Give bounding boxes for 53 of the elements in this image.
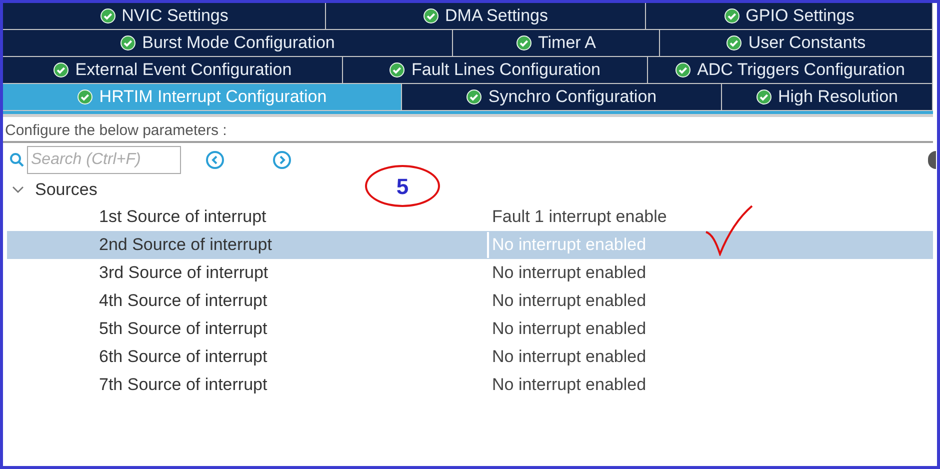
tree-row[interactable]: 7th Source of interrupt No interrupt enabled bbox=[7, 371, 933, 399]
tab[interactable]: GPIO Settings bbox=[646, 3, 933, 30]
check-circle-icon bbox=[120, 35, 136, 51]
tree-row[interactable]: 3rd Source of interrupt No interrupt enabled bbox=[7, 259, 933, 287]
check-circle-icon bbox=[100, 8, 116, 24]
check-circle-icon bbox=[77, 89, 94, 105]
check-circle-icon bbox=[466, 89, 482, 105]
parameter-label: 3rd Source of interrupt bbox=[99, 262, 270, 284]
tree-group-label[interactable]: Sources bbox=[35, 177, 98, 203]
tree-row[interactable]: 6th Source of interrupt No interrupt enabled bbox=[7, 343, 933, 371]
scroll-thumb[interactable] bbox=[928, 151, 936, 169]
tab[interactable]: User Constants bbox=[660, 30, 933, 57]
next-icon[interactable] bbox=[272, 150, 292, 170]
tab[interactable]: High Resolution bbox=[722, 84, 933, 111]
tree-row[interactable]: 5th Source of interrupt No interrupt enabled bbox=[7, 315, 933, 343]
check-circle-icon bbox=[756, 89, 772, 105]
tab[interactable]: DMA Settings bbox=[326, 3, 646, 30]
check-circle-icon bbox=[726, 35, 742, 51]
check-circle-icon bbox=[516, 35, 532, 51]
tab[interactable]: NVIC Settings bbox=[3, 3, 326, 30]
parameter-label: 5th Source of interrupt bbox=[99, 318, 268, 340]
parameter-label: 4th Source of interrupt bbox=[99, 290, 268, 312]
parameter-value[interactable]: No interrupt enabled bbox=[487, 316, 646, 342]
tab[interactable]: Synchro Configuration bbox=[402, 84, 722, 111]
tree-row[interactable]: 2nd Source of interrupt No interrupt enabled bbox=[7, 231, 933, 259]
parameter-label: 7th Source of interrupt bbox=[99, 374, 268, 396]
search-icon bbox=[9, 152, 25, 168]
tree-row[interactable]: 4th Source of interrupt No interrupt enabled bbox=[7, 287, 933, 315]
search-field[interactable]: Search (Ctrl+F) bbox=[27, 146, 181, 174]
annotation-number: 5 bbox=[396, 172, 409, 200]
parameter-value[interactable]: No interrupt enabled bbox=[487, 288, 646, 314]
tab[interactable]: Timer A bbox=[453, 30, 660, 57]
tab[interactable]: Burst Mode Configuration bbox=[3, 30, 453, 57]
chevron-icon[interactable] bbox=[11, 185, 25, 195]
parameter-label: 2nd Source of interrupt bbox=[99, 234, 273, 256]
check-circle-icon bbox=[675, 62, 692, 78]
section-heading: Configure the below parameters : bbox=[4, 121, 228, 141]
check-circle-icon bbox=[724, 8, 740, 24]
check-circle-icon bbox=[53, 62, 70, 78]
parameter-value[interactable]: No interrupt enabled bbox=[487, 372, 646, 398]
tab[interactable]: External Event Configuration bbox=[3, 57, 343, 84]
previous-icon[interactable] bbox=[205, 150, 225, 170]
parameter-label: 1st Source of interrupt bbox=[99, 206, 268, 228]
checkmark-annotation-icon bbox=[704, 204, 754, 256]
tree-row[interactable]: 1st Source of interrupt Fault 1 interrupt enable bbox=[7, 203, 933, 231]
parameter-value[interactable]: No interrupt enabled bbox=[487, 260, 646, 286]
check-circle-icon bbox=[389, 62, 406, 78]
check-circle-icon bbox=[423, 8, 439, 24]
parameter-value[interactable]: Fault 1 interrupt enable bbox=[487, 204, 667, 230]
parameter-value[interactable]: No interrupt enabled bbox=[487, 344, 646, 370]
parameter-label: 6th Source of interrupt bbox=[99, 346, 268, 368]
tab[interactable]: Fault Lines Configuration bbox=[343, 57, 648, 84]
tab[interactable]: ADC Triggers Configuration bbox=[648, 57, 933, 84]
